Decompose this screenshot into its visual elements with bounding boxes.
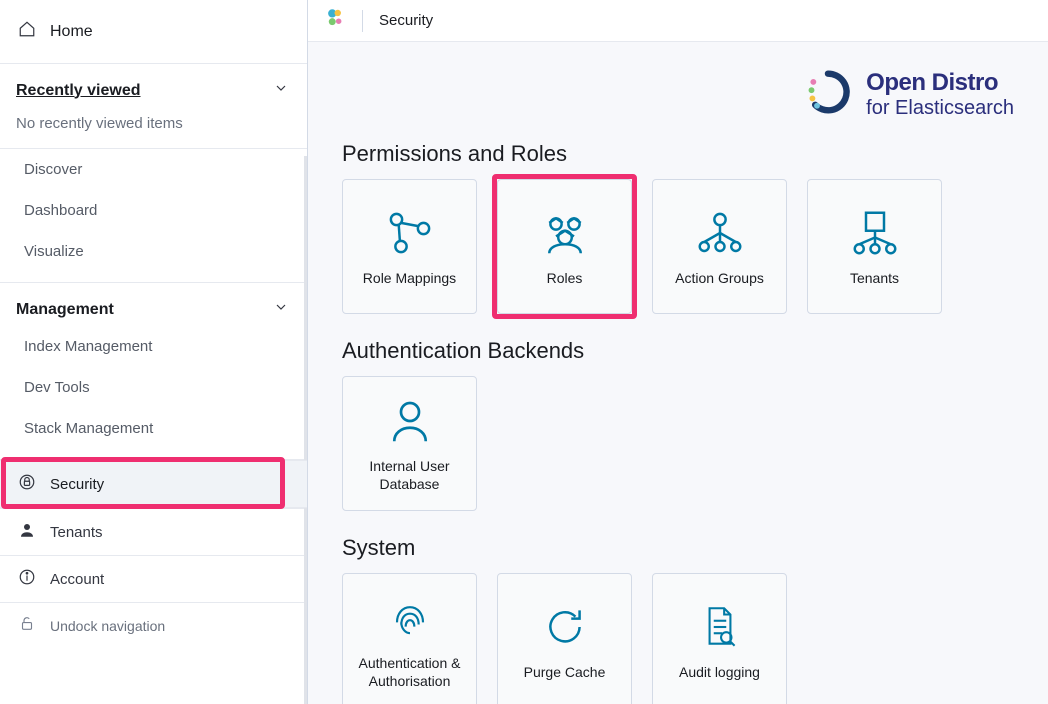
card-authn[interactable]: Authentication & Authorisation (342, 573, 477, 704)
management-title: Management (16, 301, 114, 319)
nav-home[interactable]: Home (0, 0, 307, 64)
fingerprint-icon (383, 591, 437, 645)
recently-viewed-title: Recently viewed (16, 82, 141, 100)
brand-block: Open Distro for Elasticsearch (342, 70, 1014, 119)
action-groups-icon (693, 206, 747, 260)
card-roles-label: Roles (541, 270, 589, 288)
user-icon (18, 521, 36, 543)
nav-dev-tools[interactable]: Dev Tools (0, 367, 307, 408)
card-roles[interactable]: Roles (497, 179, 632, 314)
card-audit-logging[interactable]: Audit logging (652, 573, 787, 704)
home-icon (18, 20, 36, 43)
scrollbar-track (304, 156, 307, 704)
kibana-logo-icon[interactable] (324, 7, 346, 34)
nav-home-label: Home (50, 23, 93, 41)
audit-log-icon (693, 600, 747, 654)
card-tenants[interactable]: Tenants (807, 179, 942, 314)
roles-icon (538, 206, 592, 260)
nav-discover[interactable]: Discover (0, 149, 307, 190)
nav-visualize-label: Visualize (24, 243, 84, 260)
content: Open Distro for Elasticsearch Permission… (308, 42, 1048, 704)
card-purge-cache[interactable]: Purge Cache (497, 573, 632, 704)
nav-index-management[interactable]: Index Management (0, 326, 307, 367)
refresh-icon (538, 600, 592, 654)
management-toggle[interactable]: Management (0, 283, 307, 326)
card-internal-users-label: Internal User Database (343, 458, 476, 493)
card-internal-users[interactable]: Internal User Database (342, 376, 477, 511)
card-action-groups-label: Action Groups (669, 270, 770, 288)
brand-line1: Open Distro (866, 70, 1014, 96)
card-role-mappings[interactable]: Role Mappings (342, 179, 477, 314)
card-authn-label: Authentication & Authorisation (343, 655, 476, 690)
nav-stack-management[interactable]: Stack Management (0, 408, 307, 449)
system-card-row: Authentication & Authorisation Purge Cac… (342, 573, 1014, 704)
open-distro-logo-icon (806, 70, 850, 119)
chevron-down-icon (273, 299, 289, 320)
main: Security Open Distro for Elasticsearch (308, 0, 1048, 704)
nav-dashboard-label: Dashboard (24, 202, 97, 219)
nav-account[interactable]: Account (0, 556, 307, 602)
card-role-mappings-label: Role Mappings (357, 270, 462, 288)
nav-undock-label: Undock navigation (50, 618, 165, 634)
breadcrumb-security[interactable]: Security (379, 12, 433, 29)
nav-security-wrapper: Security (0, 460, 307, 508)
card-action-groups[interactable]: Action Groups (652, 179, 787, 314)
nav-visualize[interactable]: Visualize (0, 231, 307, 272)
management-section: Management Index Management Dev Tools St… (0, 283, 307, 460)
nav-dev-tools-label: Dev Tools (24, 379, 90, 396)
nav-undock[interactable]: Undock navigation (0, 603, 307, 649)
permissions-card-row: Role Mappings Roles (342, 179, 1014, 314)
heading-permissions: Permissions and Roles (342, 141, 1014, 167)
card-purge-label: Purge Cache (518, 664, 612, 682)
nav-tenants-label: Tenants (50, 524, 103, 541)
info-icon (18, 568, 36, 590)
heading-auth: Authentication Backends (342, 338, 1014, 364)
internal-users-icon (383, 394, 437, 448)
lock-icon (18, 473, 36, 495)
role-mappings-icon (383, 206, 437, 260)
recently-viewed-section: Recently viewed No recently viewed items (0, 64, 307, 149)
topbar: Security (308, 0, 1048, 42)
nav-security[interactable]: Security (0, 460, 307, 508)
recently-viewed-empty: No recently viewed items (0, 107, 307, 148)
nav-security-label: Security (50, 476, 104, 493)
tenants-icon (848, 206, 902, 260)
card-tenants-label: Tenants (844, 270, 905, 288)
nav-index-management-label: Index Management (24, 338, 152, 355)
kibana-section: Discover Dashboard Visualize (0, 149, 307, 283)
nav-dashboard[interactable]: Dashboard (0, 190, 307, 231)
nav-tenants[interactable]: Tenants (0, 509, 307, 555)
heading-system: System (342, 535, 1014, 561)
nav-stack-management-label: Stack Management (24, 420, 153, 437)
card-audit-label: Audit logging (673, 664, 766, 682)
nav-account-label: Account (50, 571, 104, 588)
sidebar: Home Recently viewed No recently viewed … (0, 0, 308, 704)
chevron-down-icon (273, 80, 289, 101)
brand-line2: for Elasticsearch (866, 97, 1014, 119)
auth-card-row: Internal User Database (342, 376, 1014, 511)
lock-open-icon (18, 615, 36, 637)
nav-discover-label: Discover (24, 161, 82, 178)
topbar-separator (362, 10, 363, 32)
recently-viewed-toggle[interactable]: Recently viewed (0, 64, 307, 107)
